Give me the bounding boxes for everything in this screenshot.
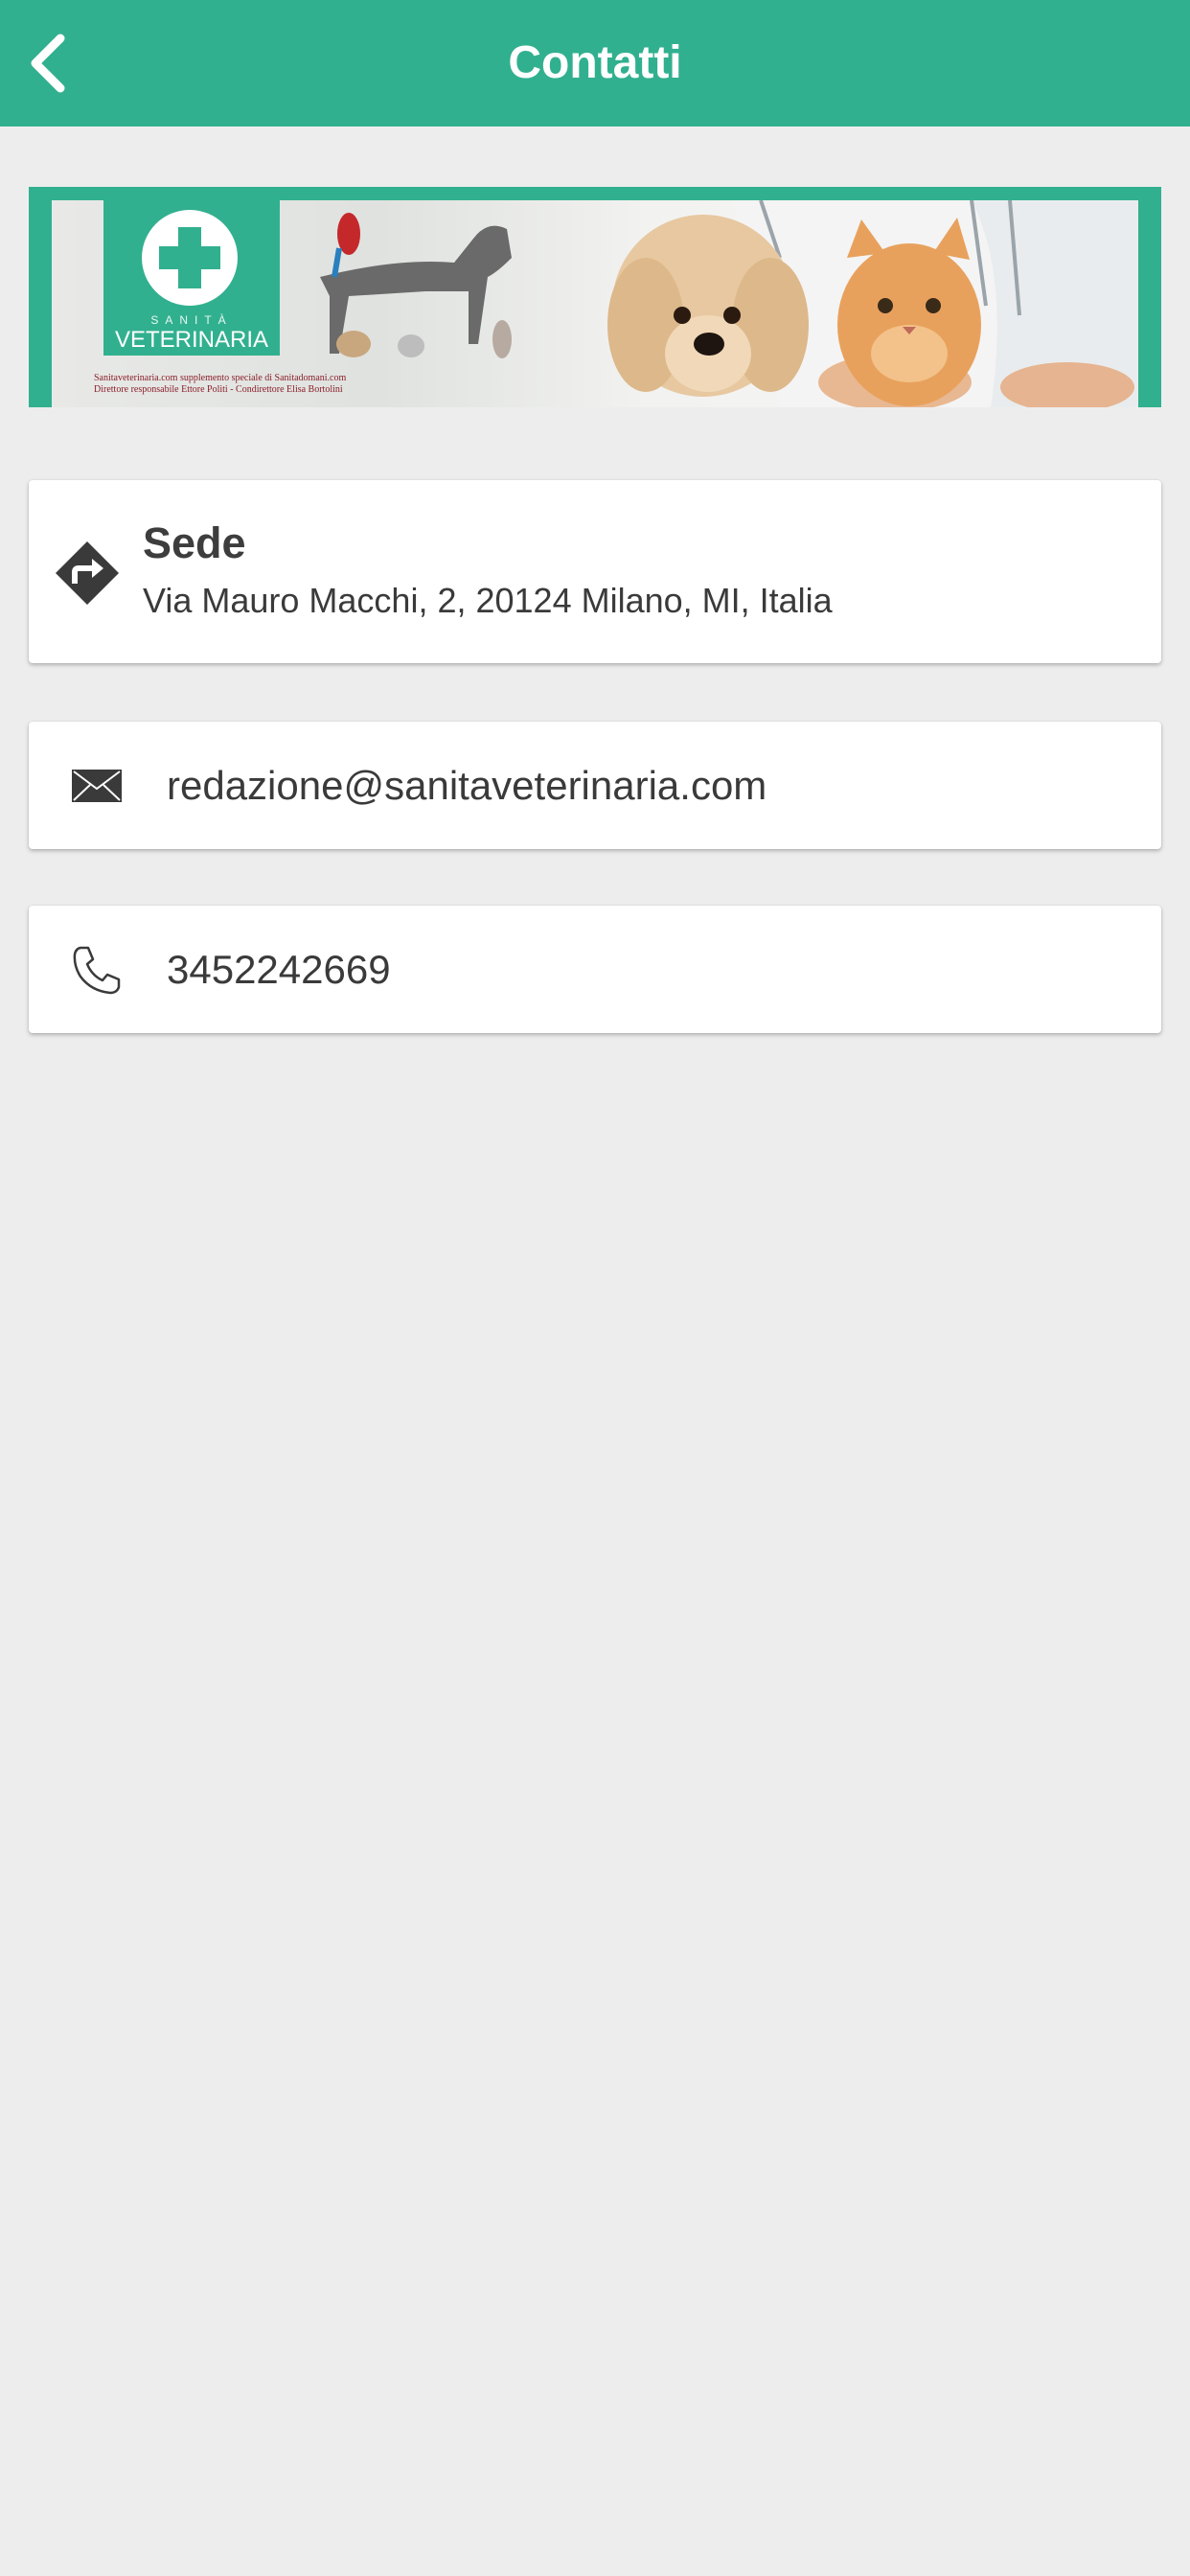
phone-card[interactable]: 3452242669 bbox=[29, 906, 1161, 1033]
sanita-veterinaria-logo: SANITÀ VETERINARIA bbox=[103, 200, 280, 356]
cross-icon bbox=[142, 210, 238, 306]
credit-line: Direttore responsabile Ettore Politi - C… bbox=[94, 384, 343, 395]
banner: SANITÀ VETERINARIA Sanitaveterinaria.com… bbox=[29, 187, 1161, 407]
envelope-icon bbox=[72, 770, 122, 802]
email-value: redazione@sanitaveterinaria.com bbox=[167, 763, 767, 808]
app-header: Contatti bbox=[0, 0, 1190, 126]
phone-value: 3452242669 bbox=[167, 947, 391, 992]
address-card[interactable]: Sede Via Mauro Macchi, 2, 20124 Milano, … bbox=[29, 480, 1161, 663]
page-title: Contatti bbox=[508, 37, 682, 88]
email-card[interactable]: redazione@sanitaveterinaria.com bbox=[29, 722, 1161, 849]
logo-title: VETERINARIA bbox=[114, 327, 269, 353]
address-label: Sede bbox=[143, 518, 246, 567]
banner-image: SANITÀ VETERINARIA Sanitaveterinaria.com… bbox=[52, 200, 1138, 407]
banner-credits: Sanitaveterinaria.com supplemento specia… bbox=[94, 373, 477, 396]
logo-subtitle: SANITÀ bbox=[150, 313, 233, 327]
address-value: Via Mauro Macchi, 2, 20124 Milano, MI, I… bbox=[143, 581, 833, 620]
credit-line: Sanitaveterinaria.com supplemento specia… bbox=[94, 373, 347, 383]
directions-icon bbox=[56, 541, 119, 605]
phone-icon bbox=[73, 946, 121, 995]
